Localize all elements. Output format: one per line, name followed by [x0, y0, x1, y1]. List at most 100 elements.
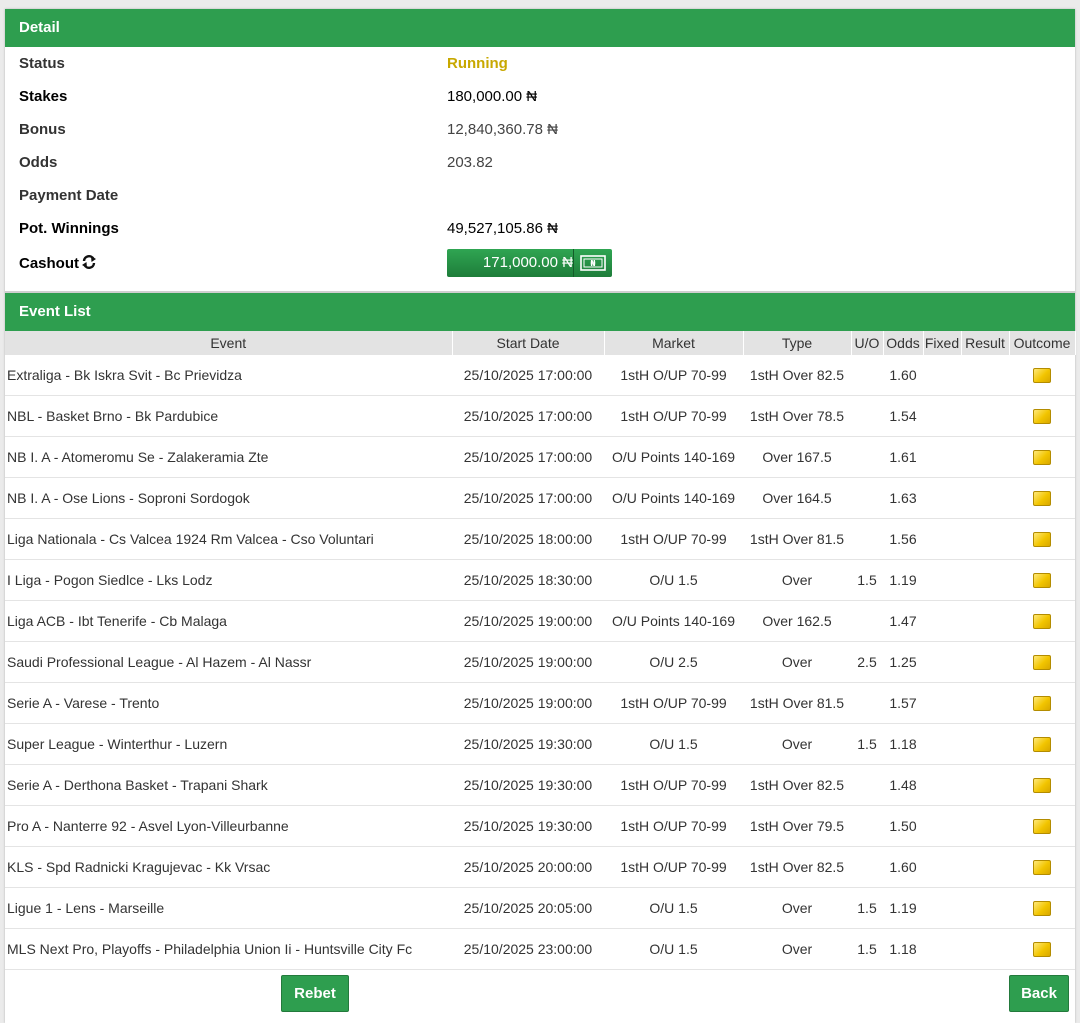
odds-cell: 1.54 — [883, 395, 923, 437]
type-cell: Over — [743, 887, 851, 929]
uo-cell — [851, 682, 883, 724]
refresh-icon[interactable] — [81, 254, 97, 270]
outcome-cell — [1009, 846, 1075, 888]
outcome-pending-icon — [1033, 450, 1051, 466]
cashout-amount: 171,000.00 ₦ — [482, 254, 573, 271]
outcome-cell — [1009, 723, 1075, 765]
outcome-cell — [1009, 559, 1075, 601]
status-value: Running — [447, 55, 508, 72]
outcome-pending-icon — [1033, 942, 1051, 958]
start-date-cell: 25/10/2025 19:00:00 — [452, 682, 604, 724]
fixed-cell — [923, 600, 961, 642]
start-date-cell: 25/10/2025 19:30:00 — [452, 805, 604, 847]
odds-cell: 1.19 — [883, 887, 923, 929]
table-row: Serie A - Varese - Trento 25/10/2025 19:0… — [5, 682, 1075, 724]
table-row: NB I. A - Ose Lions - Soproni Sordogok 25… — [5, 477, 1075, 519]
cashout-row: Cashout 171,000.00 ₦ ₦ — [19, 247, 1075, 280]
outcome-pending-icon — [1033, 737, 1051, 753]
start-date-cell: 25/10/2025 19:00:00 — [452, 600, 604, 642]
column-header: Start Date — [452, 331, 605, 355]
odds-cell: 1.48 — [883, 764, 923, 806]
event-cell: Serie A - Varese - Trento — [5, 682, 452, 724]
table-header-row: Event Start Date Market Type U/O Odds Fixed Res… — [5, 331, 1076, 355]
start-date-cell: 25/10/2025 20:00:00 — [452, 846, 604, 888]
result-cell — [961, 436, 1009, 478]
outcome-pending-icon — [1033, 368, 1051, 384]
fixed-cell — [923, 355, 961, 396]
outcome-pending-icon — [1033, 409, 1051, 425]
footer-actions: Rebet Back — [5, 970, 1075, 1018]
fixed-cell — [923, 518, 961, 560]
market-cell: 1stH O/UP 70-99 — [604, 355, 743, 396]
result-cell — [961, 518, 1009, 560]
rebet-button[interactable]: Rebet — [281, 975, 349, 1012]
column-header: Market — [604, 331, 744, 355]
column-header: U/O — [851, 331, 884, 355]
bonus-label: Bonus — [19, 121, 66, 138]
odds-cell: 1.60 — [883, 846, 923, 888]
column-header: Type — [743, 331, 852, 355]
outcome-pending-icon — [1033, 655, 1051, 671]
fixed-cell — [923, 846, 961, 888]
uo-cell — [851, 846, 883, 888]
uo-cell: 1.5 — [851, 559, 883, 601]
outcome-pending-icon — [1033, 696, 1051, 712]
uo-cell: 2.5 — [851, 641, 883, 683]
outcome-pending-icon — [1033, 819, 1051, 835]
outcome-cell — [1009, 682, 1075, 724]
start-date-cell: 25/10/2025 18:30:00 — [452, 559, 604, 601]
pot-winnings-label: Pot. Winnings — [19, 220, 119, 237]
table-row: NB I. A - Atomeromu Se - Zalakeramia Zte… — [5, 436, 1075, 478]
market-cell: O/U 2.5 — [604, 641, 743, 683]
result-cell — [961, 477, 1009, 519]
svg-text:₦: ₦ — [590, 259, 596, 268]
start-date-cell: 25/10/2025 19:30:00 — [452, 723, 604, 765]
outcome-cell — [1009, 600, 1075, 642]
table-row: NBL - Basket Brno - Bk Pardubice 25/10/20… — [5, 395, 1075, 437]
event-cell: NB I. A - Ose Lions - Soproni Sordogok — [5, 477, 452, 519]
fixed-cell — [923, 436, 961, 478]
type-cell: Over — [743, 641, 851, 683]
type-cell: Over — [743, 723, 851, 765]
market-cell: O/U 1.5 — [604, 887, 743, 929]
market-cell: O/U 1.5 — [604, 723, 743, 765]
event-list-header: Event List — [5, 293, 1075, 331]
column-header: Outcome — [1009, 331, 1076, 355]
event-cell: MLS Next Pro, Playoffs - Philadelphia Un… — [5, 928, 452, 970]
type-cell: 1stH Over 82.5 — [743, 846, 851, 888]
status-row: Status Running — [19, 47, 1075, 80]
result-cell — [961, 846, 1009, 888]
result-cell — [961, 723, 1009, 765]
start-date-cell: 25/10/2025 18:00:00 — [452, 518, 604, 560]
fixed-cell — [923, 395, 961, 437]
event-cell: Pro A - Nanterre 92 - Asvel Lyon-Villeur… — [5, 805, 452, 847]
odds-cell: 1.50 — [883, 805, 923, 847]
result-cell — [961, 887, 1009, 929]
cashout-button[interactable]: 171,000.00 ₦ ₦ — [447, 249, 612, 277]
outcome-cell — [1009, 805, 1075, 847]
odds-cell: 1.25 — [883, 641, 923, 683]
outcome-pending-icon — [1033, 778, 1051, 794]
type-cell: Over — [743, 559, 851, 601]
uo-cell — [851, 764, 883, 806]
stakes-row: Stakes 180,000.00 ₦ — [19, 80, 1075, 113]
odds-cell: 1.19 — [883, 559, 923, 601]
outcome-cell — [1009, 436, 1075, 478]
cashout-label-group: Cashout — [19, 247, 97, 280]
column-header: Result — [961, 331, 1010, 355]
result-cell — [961, 764, 1009, 806]
odds-cell: 1.47 — [883, 600, 923, 642]
back-button[interactable]: Back — [1009, 975, 1069, 1012]
cashout-divider — [573, 249, 574, 277]
fixed-cell — [923, 477, 961, 519]
stakes-value: 180,000.00 ₦ — [447, 88, 538, 105]
column-header: Event — [5, 331, 453, 355]
event-cell: Extraliga - Bk Iskra Svit - Bc Prievidza — [5, 355, 452, 396]
market-cell: 1stH O/UP 70-99 — [604, 846, 743, 888]
odds-cell: 1.63 — [883, 477, 923, 519]
market-cell: 1stH O/UP 70-99 — [604, 682, 743, 724]
uo-cell — [851, 395, 883, 437]
event-cell: Liga ACB - Ibt Tenerife - Cb Malaga — [5, 600, 452, 642]
result-cell — [961, 559, 1009, 601]
cashout-label: Cashout — [19, 255, 79, 272]
